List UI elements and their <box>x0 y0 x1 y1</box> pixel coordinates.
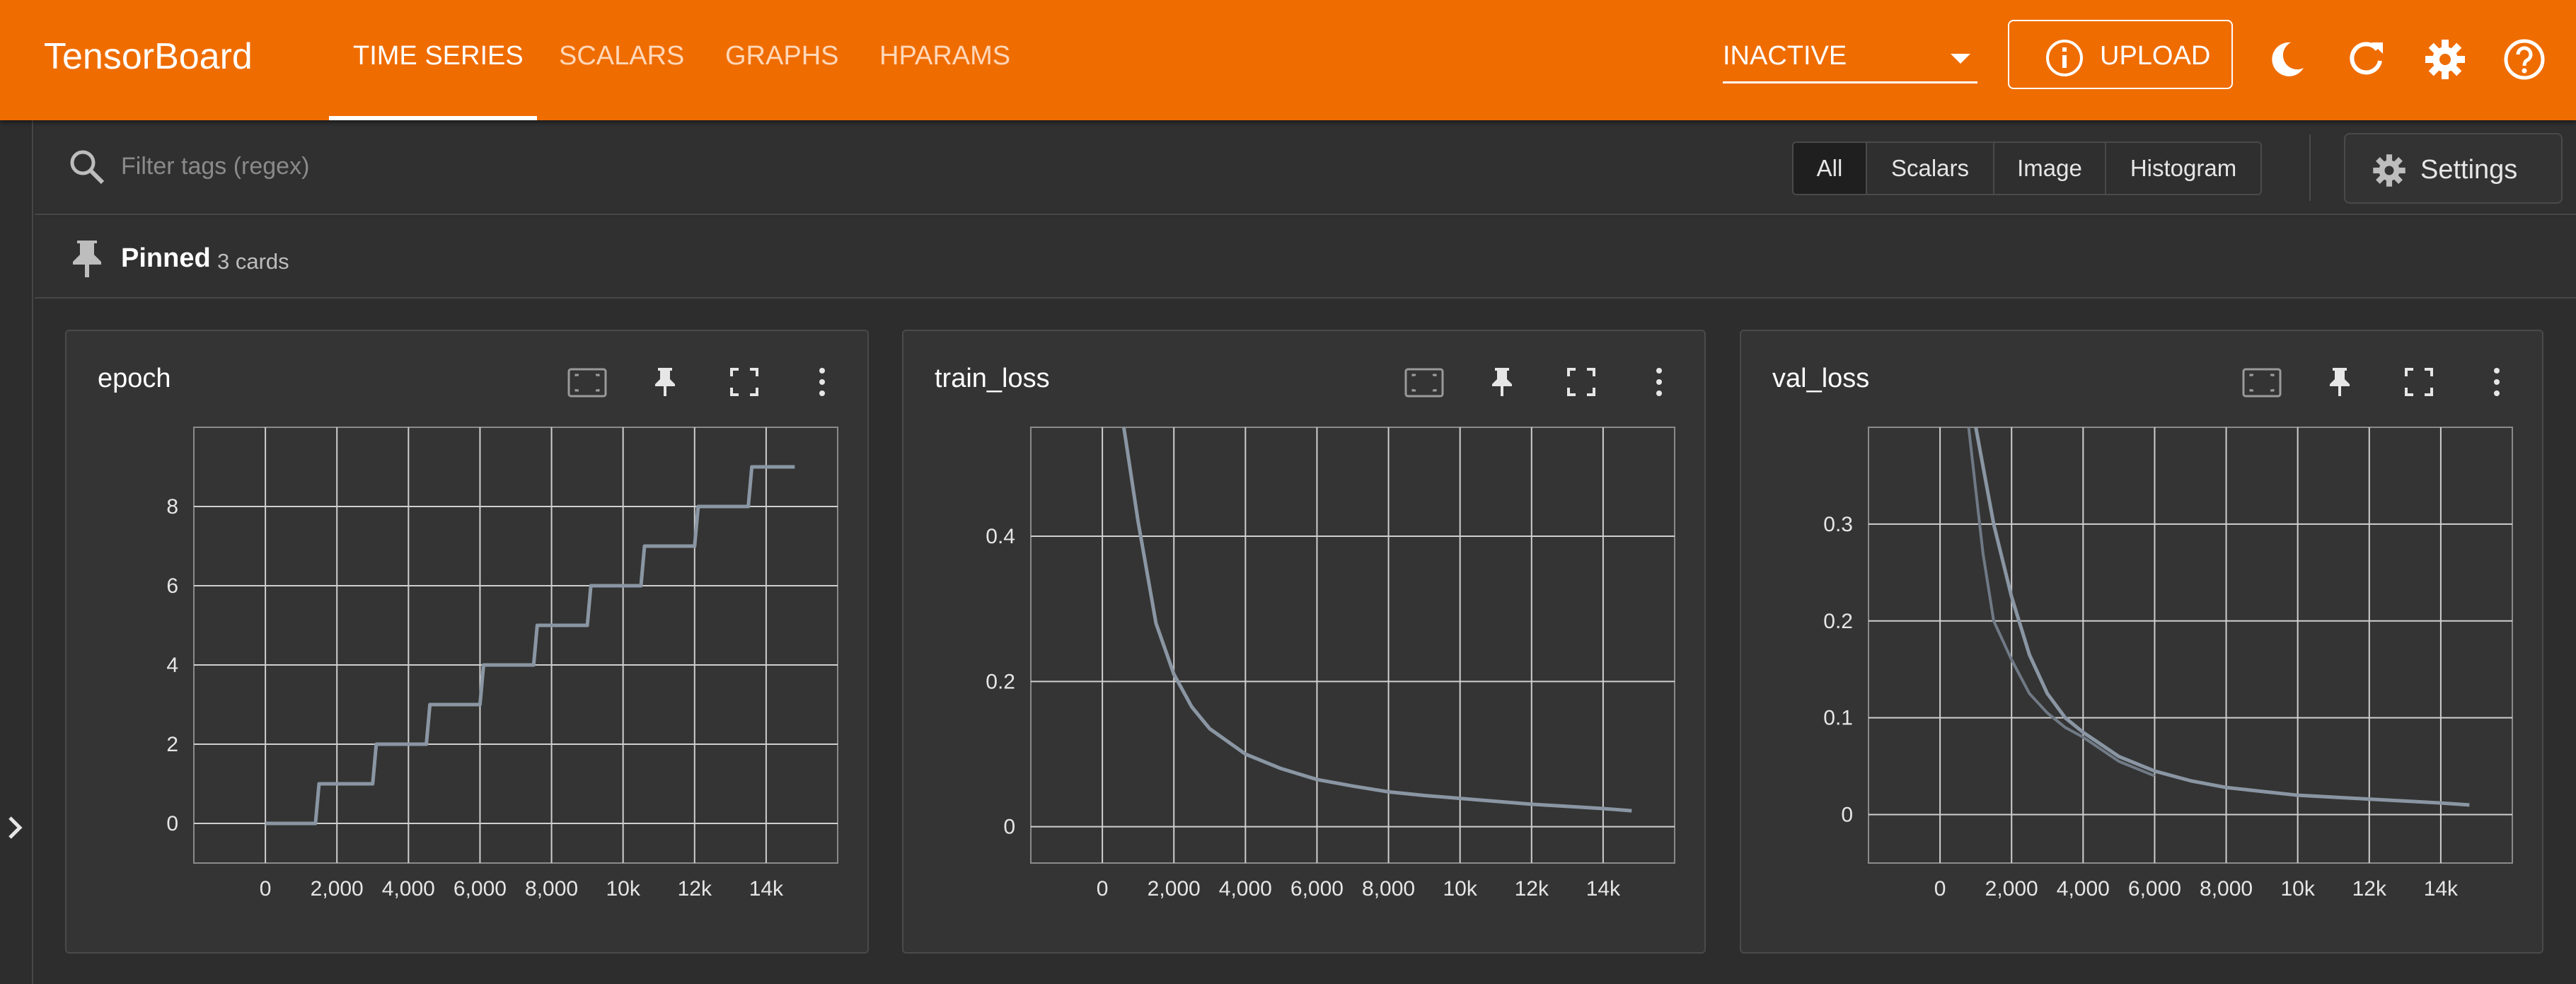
x-tick-label: 12k <box>678 877 712 901</box>
series-line <box>1974 427 2470 807</box>
y-tick-label: 0 <box>1841 804 1853 827</box>
x-tick-label: 2,000 <box>311 877 364 901</box>
scalar-card-train-loss: train_loss 0 2,000 4,000 6,000 8,000 10k 12k 14… <box>902 330 1706 954</box>
y-tick-label: 0 <box>166 812 178 835</box>
type-filter-histogram[interactable]: Histogram <box>2106 143 2260 194</box>
series-line <box>1967 427 2156 777</box>
series-line <box>265 465 795 826</box>
tab-hparams[interactable]: HPARAMS <box>879 41 1010 71</box>
scalar-card-val-loss: val_loss 0 2,000 4,000 6,000 8,000 10k 12k 14k 0… <box>1740 330 2543 954</box>
filter-tags-input[interactable] <box>121 149 1253 184</box>
gear-icon <box>2373 154 2405 187</box>
x-tick-label: 8,000 <box>2200 877 2253 901</box>
x-tick-label: 6,000 <box>454 877 507 901</box>
series-line <box>1121 427 1632 813</box>
x-tick-label: 10k <box>1443 877 1477 901</box>
plot-frame <box>1030 427 1675 864</box>
toolbar-divider <box>2309 134 2311 201</box>
x-tick-label: 14k <box>1586 877 1621 901</box>
settings-label: Settings <box>2420 155 2518 185</box>
upload-label: UPLOAD <box>2100 41 2211 71</box>
y-tick-label: 0 <box>1003 816 1015 839</box>
tab-time-series[interactable]: TIME SERIES <box>353 41 524 71</box>
run-state-select[interactable]: INACTIVE <box>1723 41 1977 83</box>
y-tick-label: 6 <box>166 574 178 598</box>
y-tick-label: 0.1 <box>1823 707 1853 730</box>
search-icon <box>70 150 105 185</box>
tab-scalars[interactable]: SCALARS <box>559 41 684 71</box>
x-tick-label: 2,000 <box>1148 877 1201 901</box>
x-tick-label: 0 <box>1934 877 1946 901</box>
x-tick-label: 14k <box>749 877 784 901</box>
x-tick-label: 10k <box>2280 877 2315 901</box>
line-chart-train-loss[interactable]: 0 2,000 4,000 6,000 8,000 10k 12k 14k 0 0.2 0.4 <box>903 331 1707 955</box>
line-chart-epoch[interactable]: 0 2,000 4,000 6,000 8,000 10k 12k 14k 0 2 4 6 8 <box>67 331 870 955</box>
y-tick-label: 8 <box>166 495 178 519</box>
dark-mode-icon[interactable] <box>2264 37 2309 82</box>
x-tick-label: 12k <box>2352 877 2387 901</box>
x-tick-label: 12k <box>1515 877 1549 901</box>
filter-bar: All Scalars Image Histogram Settings <box>35 120 2576 215</box>
pinned-title: Pinned <box>121 243 211 273</box>
help-icon[interactable] <box>2502 37 2547 82</box>
dropdown-caret-icon <box>1951 54 1970 64</box>
line-chart-val-loss[interactable]: 0 2,000 4,000 6,000 8,000 10k 12k 14k 0 0.1 0.2 0.3 <box>1741 331 2545 955</box>
y-tick-label: 0.2 <box>1823 610 1853 633</box>
pinned-section-header: Pinned 3 cards <box>35 216 2576 299</box>
settings-button[interactable]: Settings <box>2344 133 2563 204</box>
x-tick-label: 4,000 <box>382 877 435 901</box>
x-tick-label: 6,000 <box>1290 877 1344 901</box>
y-tick-label: 0.2 <box>986 670 1015 693</box>
pin-icon <box>73 241 101 277</box>
plot-frame <box>193 427 838 864</box>
info-icon <box>2046 40 2083 76</box>
x-tick-label: 8,000 <box>525 877 578 901</box>
type-filter-all[interactable]: All <box>1794 143 1867 194</box>
x-tick-label: 14k <box>2424 877 2459 901</box>
x-tick-label: 4,000 <box>2057 877 2110 901</box>
settings-icon[interactable] <box>2422 37 2468 82</box>
y-tick-label: 4 <box>166 654 178 677</box>
x-tick-label: 10k <box>606 877 640 901</box>
type-filter-scalars[interactable]: Scalars <box>1867 143 1994 194</box>
x-tick-label: 0 <box>260 877 272 901</box>
y-tick-label: 2 <box>166 733 178 756</box>
x-tick-label: 2,000 <box>1985 877 2038 901</box>
active-tab-indicator <box>329 116 537 120</box>
reload-icon[interactable] <box>2343 37 2389 82</box>
app-title: TensorBoard <box>44 36 253 77</box>
y-tick-label: 0.3 <box>1823 513 1853 536</box>
type-filter-image[interactable]: Image <box>1994 143 2106 194</box>
x-tick-label: 8,000 <box>1362 877 1415 901</box>
plugin-type-filter: All Scalars Image Histogram <box>1792 141 2262 195</box>
chevron-right-icon <box>8 816 23 839</box>
pinned-card-count: 3 cards <box>217 249 289 274</box>
y-tick-label: 0.4 <box>986 525 1015 548</box>
x-tick-label: 0 <box>1097 877 1109 901</box>
runs-panel-expand-toggle[interactable] <box>0 120 33 984</box>
x-tick-label: 6,000 <box>2128 877 2181 901</box>
tab-graphs[interactable]: GRAPHS <box>725 41 838 71</box>
upload-button[interactable]: UPLOAD <box>2008 20 2233 89</box>
scalar-card-epoch: epoch 0 2,000 4,000 6,000 8,000 10k 12k 14k 0 2 4 6… <box>65 330 869 954</box>
run-state-value: INACTIVE <box>1723 41 1847 71</box>
top-app-bar: TensorBoard TIME SERIES SCALARS GRAPHS H… <box>0 0 2576 120</box>
plot-frame <box>1868 427 2513 864</box>
x-tick-label: 4,000 <box>1219 877 1272 901</box>
